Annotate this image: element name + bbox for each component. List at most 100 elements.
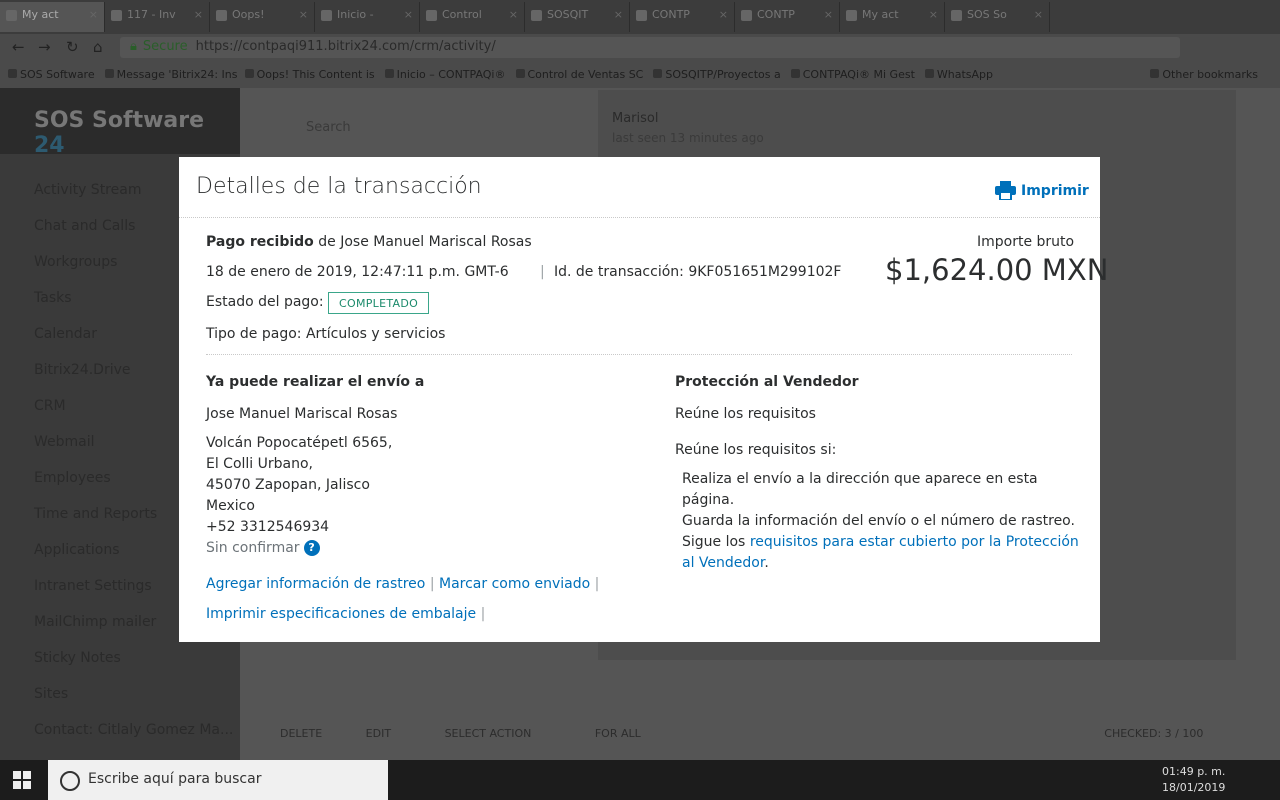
transaction-id-label: Id. de transacción: [554,264,689,280]
payment-received: Pago recibido de Jose Manuel Mariscal Ro… [206,234,532,250]
bookmark-item[interactable]: CONTPAQi® Mi Gest [790,62,925,88]
select-action-dropdown[interactable]: SELECT ACTION [445,727,532,740]
address-line: Volcán Popocatépetl 6565, [206,435,393,451]
checked-count: CHECKED: 3 / 100 [1104,727,1204,740]
bookmark-item[interactable]: Other bookmarks [1150,62,1268,88]
brand-number: 24 [34,133,65,158]
add-tracking-link[interactable]: Agregar información de rastreo [206,576,425,592]
print-label: Imprimir [1021,182,1089,199]
close-icon[interactable]: × [1034,8,1043,21]
print-packing-link[interactable]: Imprimir especificaciones de embalaje [206,606,476,622]
favicon-icon [321,10,332,21]
condition-line: Realiza el envío a la dirección que apar… [682,471,1038,487]
bookmark-item[interactable]: Message 'Bitrix24: Ins [104,62,245,88]
packing-actions: Imprimir especificaciones de embalaje | [206,606,485,622]
taskbar-clock[interactable]: 01:49 p. m. 18/01/2019 [1162,764,1225,796]
address-phone: +52 3312546934 [206,519,330,535]
windows-start-icon[interactable] [13,771,31,789]
browser-tab[interactable]: My act × [840,2,945,32]
grid-action-bar: DELETE EDIT SELECT ACTION FOR ALL CHECKE… [240,715,1280,760]
condition-line: Sigue los requisitos para estar cubierto… [682,534,1079,555]
forward-icon[interactable]: → [38,38,51,56]
bookmark-item[interactable]: Inicio – CONTPAQi® [384,62,516,88]
browser-tab-bar: My act × 117 - Inv × Oops! × Inicio - × Cont… [0,0,1280,34]
close-icon[interactable]: × [824,8,833,21]
bookmark-item[interactable]: Oops! This Content is [244,62,385,88]
browser-tab[interactable]: Oops! × [210,2,315,32]
browser-tab[interactable]: 117 - Inv × [105,2,210,32]
bookmark-item[interactable]: SOSQITP/Proyectos a [653,62,790,88]
help-icon[interactable]: ? [303,540,320,556]
bookmark-item[interactable]: SOS Software [8,62,105,88]
modal-header: Detalles de la transacción Imprimir [179,157,1100,218]
print-button[interactable]: Imprimir [995,181,1089,200]
shipping-address: Volcán Popocatépetl 6565, El Colli Urban… [206,435,392,540]
close-icon[interactable]: × [719,8,728,21]
transaction-id-value: 9KF051651M299102F [688,264,842,280]
chat-contact-name: Marisol [612,111,659,126]
favicon-icon [846,10,857,21]
favicon-icon [636,10,647,21]
address-line: El Colli Urbano, [206,456,314,472]
browser-tab[interactable]: SOSQIT × [525,2,630,32]
separator: | [480,606,486,622]
favicon-icon [426,10,437,21]
browser-tab[interactable]: CONTP × [735,2,840,32]
close-icon[interactable]: × [194,8,203,21]
payment-received-label: Pago recibido [206,234,314,250]
home-icon[interactable]: ⌂ [93,38,103,56]
reload-icon[interactable]: ↻ [66,38,79,56]
close-icon[interactable]: × [509,8,518,21]
payer-name: de Jose Manuel Mariscal Rosas [313,234,532,250]
url-text: https://contpaqi911.bitrix24.com/crm/act… [195,39,496,54]
browser-tab[interactable]: Inicio - × [315,2,420,32]
close-icon[interactable]: × [614,8,623,21]
bookmark-item[interactable]: WhatsApp [924,62,1003,88]
payment-status-label: Estado del pago: [206,294,324,310]
menu-item[interactable]: Contact: Citlaly Gomez Ma... [34,722,233,758]
browser-tab[interactable]: Control × [420,2,525,32]
delete-button[interactable]: DELETE [280,727,322,740]
menu-item[interactable]: Sites [34,686,233,722]
shipping-name: Jose Manuel Mariscal Rosas [206,406,398,422]
lock-icon: 🔒︎ [130,39,137,54]
close-icon[interactable]: × [299,8,308,21]
close-icon[interactable]: × [89,8,98,21]
protection-requirements-link[interactable]: requisitos para estar cubierto por la Pr… [750,534,1079,550]
menu-item[interactable]: Sticky Notes [34,650,233,686]
condition-line: página. [682,492,735,508]
favicon-icon [531,10,542,21]
seller-protection-heading: Protección al Vendedor [675,374,859,390]
tab-label: Control [442,8,482,21]
gross-amount: $1,624.00 MXN [885,253,1109,287]
taskbar-search-input[interactable]: Escribe aquí para buscar [48,760,388,800]
printer-icon [995,181,1016,200]
browser-tab[interactable]: My act × [0,2,105,32]
tab-label: SOSQIT [547,8,589,21]
favicon-icon [216,10,227,21]
browser-tab[interactable]: SOS So × [945,2,1050,32]
shipping-heading: Ya puede realizar el envío a [206,374,425,390]
back-icon[interactable]: ← [12,38,25,56]
section-divider [206,354,1072,355]
address-line: 45070 Zapopan, Jalisco [206,477,370,493]
app-search-input[interactable]: Search [306,120,351,135]
mark-shipped-link[interactable]: Marcar como enviado [439,576,590,592]
edit-button[interactable]: EDIT [366,727,391,740]
gross-amount-label: Importe bruto [977,234,1075,250]
tab-label: 117 - Inv [127,8,176,21]
app-brand[interactable]: SOS Software 24 [0,88,240,158]
separator: | [594,576,600,592]
protection-requirements-link-cont[interactable]: al Vendedor [682,555,764,571]
favicon-icon [741,10,752,21]
seller-protection-conditions-label: Reúne los requisitos si: [675,442,837,458]
favicon-icon [6,10,17,21]
url-field[interactable]: 🔒︎ Secure https://contpaqi911.bitrix24.com… [120,37,1180,58]
bookmark-item[interactable]: Control de Ventas SC [515,62,654,88]
seller-protection-conditions: Realiza el envío a la dirección que apar… [682,471,1079,576]
tab-label: My act [862,8,899,21]
browser-tab[interactable]: CONTP × [630,2,735,32]
close-icon[interactable]: × [404,8,413,21]
close-icon[interactable]: × [929,8,938,21]
for-all-checkbox[interactable]: FOR ALL [595,727,641,740]
